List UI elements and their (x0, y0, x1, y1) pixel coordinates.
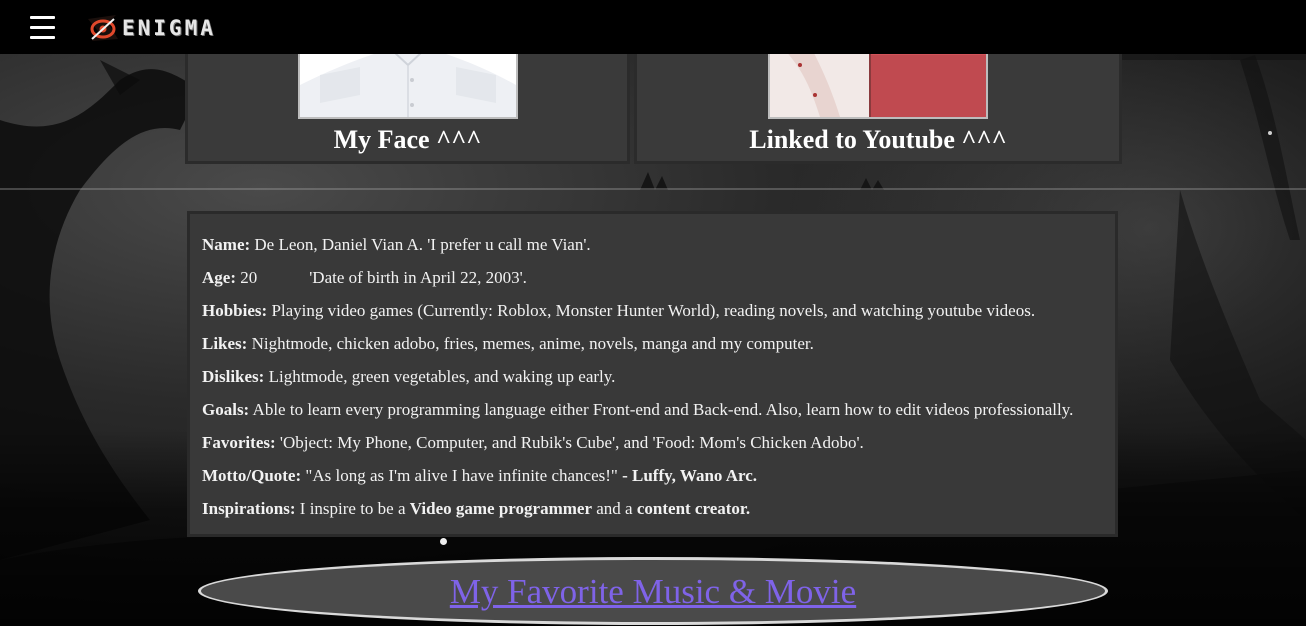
brand-name: ENIGMA (122, 16, 216, 40)
info-label: Dislikes: (202, 367, 265, 386)
info-value: 20 (240, 268, 258, 287)
info-row-likes: Likes: Nightmode, chicken adobo, fries, … (202, 330, 1115, 363)
info-value: I inspire to be a (299, 499, 406, 518)
enigma-logo-icon (88, 15, 118, 41)
info-row-favorites: Favorites: 'Object: My Phone, Computer, … (202, 429, 1115, 462)
info-value: and a (596, 499, 633, 518)
page: My Face ^^^ Linked to Youtube ^^^ Name: … (0, 0, 1306, 626)
info-note: 'Date of birth in April 22, 2003'. (309, 268, 527, 287)
favorite-music-movie-button[interactable]: My Favorite Music & Movie (198, 557, 1108, 625)
info-label: Goals: (202, 400, 250, 419)
my-face-caption: My Face ^^^ (333, 125, 482, 154)
info-label: Age: (202, 268, 236, 287)
info-label: Motto/Quote: (202, 466, 302, 485)
info-value: Lightmode, green vegetables, and waking … (268, 367, 616, 386)
info-row-dislikes: Dislikes: Lightmode, green vegetables, a… (202, 363, 1115, 396)
info-row-name: Name: De Leon, Daniel Vian A. 'I prefer … (202, 231, 1115, 264)
info-highlight: content creator. (636, 499, 751, 518)
info-value: Nightmode, chicken adobo, fries, memes, … (251, 334, 814, 353)
top-navbar: ENIGMA (0, 0, 1306, 54)
info-label: Inspirations: (202, 499, 296, 518)
info-value: Able to learn every programming language… (252, 400, 1074, 419)
info-label: Likes: (202, 334, 248, 353)
info-highlight: Video game programmer (409, 499, 593, 518)
info-row-age: Age: 20 'Date of birth in April 22, 2003'… (202, 264, 1115, 297)
horizon-line (0, 188, 1306, 190)
info-value: Playing video games (Currently: Roblox, … (271, 301, 1036, 320)
info-row-hobbies: Hobbies: Playing video games (Currently:… (202, 297, 1115, 330)
profile-info-box: Name: De Leon, Daniel Vian A. 'I prefer … (187, 211, 1118, 537)
info-label: Hobbies: (202, 301, 268, 320)
site-logo[interactable]: ENIGMA (86, 12, 216, 44)
decorative-dot (440, 538, 447, 545)
info-row-goals: Goals: Able to learn every programming l… (202, 396, 1115, 429)
info-row-inspirations: Inspirations: I inspire to be a Video ga… (202, 495, 1115, 528)
info-row-motto: Motto/Quote: "As long as I'm alive I hav… (202, 462, 1115, 495)
info-value: "As long as I'm alive I have infinite ch… (305, 466, 618, 485)
info-quote-author: - Luffy, Wano Arc. (622, 466, 758, 485)
favorite-music-movie-link[interactable]: My Favorite Music & Movie (450, 572, 856, 612)
youtube-caption: Linked to Youtube ^^^ (749, 125, 1007, 154)
info-value: De Leon, Daniel Vian A. 'I prefer u call… (254, 235, 591, 254)
hamburger-menu-icon[interactable] (30, 16, 55, 40)
info-label: Favorites: (202, 433, 276, 452)
info-label: Name: (202, 235, 251, 254)
info-value: 'Object: My Phone, Computer, and Rubik's… (279, 433, 864, 452)
